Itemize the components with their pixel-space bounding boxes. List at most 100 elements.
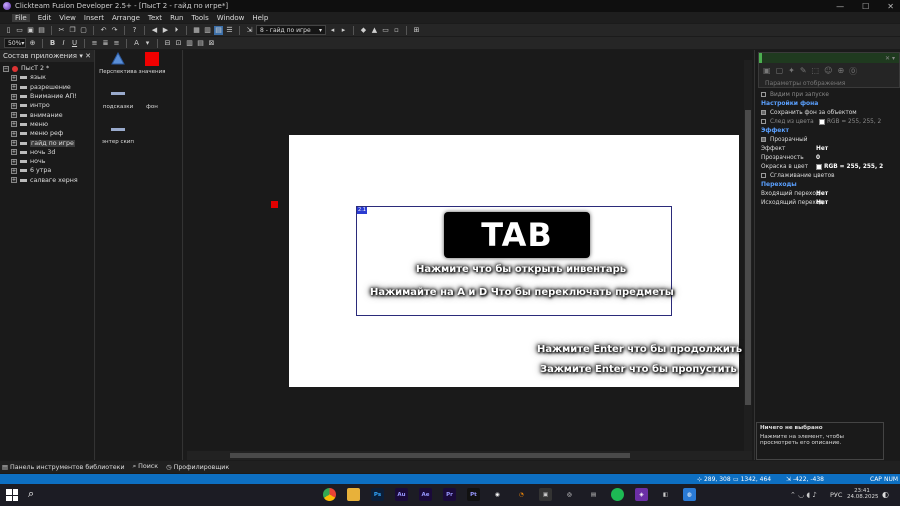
back-icon[interactable]: ◀ [150, 26, 159, 35]
menu-arrange[interactable]: Arrange [112, 14, 140, 22]
underline-icon[interactable]: U [70, 39, 79, 48]
maximize-button[interactable]: ☐ [862, 2, 869, 11]
opacity-row[interactable]: Прозрачность 0 [755, 153, 900, 162]
tree-frame-item[interactable]: + ночь 3d [11, 148, 94, 157]
menu-window[interactable]: Window [217, 14, 245, 22]
help-icon[interactable]: ? [130, 26, 139, 35]
event-list-icon[interactable]: ☰ [225, 26, 234, 35]
italic-icon[interactable]: I [59, 39, 68, 48]
property-tab-icons[interactable]: ▣ ▢ ✦ ✎ ⬚ ☺ ⊕ ⓪ [759, 63, 899, 80]
settings-icon[interactable]: ▣ [763, 66, 771, 77]
tree-frame-item[interactable]: + меню [11, 120, 94, 129]
tab-search[interactable]: ⌕ Поиск [133, 463, 158, 471]
switch-hint-text[interactable]: Нажимайте на A и D Что бы переключать пр… [370, 287, 674, 298]
transition-out-row[interactable]: Исходящий переход Нет [755, 198, 900, 207]
values-icon[interactable]: ☺ [824, 66, 832, 77]
expand-icon[interactable]: + [11, 167, 17, 174]
steam-icon[interactable]: ◎ [563, 488, 576, 501]
transition-in-row[interactable]: Входящий переход Нет [755, 189, 900, 198]
menu-text[interactable]: Text [148, 14, 162, 22]
obs-icon[interactable]: ◉ [491, 488, 504, 501]
tree-frame-item[interactable]: + меню реф [11, 129, 94, 138]
tint-row[interactable]: Окраска в цвет RGB = 255, 255, 2 [755, 162, 900, 171]
inventory-hint-text[interactable]: Нажмите что бы открыть инвентарь [416, 264, 626, 275]
open-icon[interactable]: ▭ [15, 26, 24, 35]
about-icon[interactable]: ⓪ [849, 66, 857, 77]
skip-hint-text[interactable]: Зажмите Enter что бы пропустить [540, 364, 737, 375]
continue-hint-text[interactable]: Нажмите Enter что бы продолжить [537, 344, 742, 355]
collapse-icon[interactable]: − [3, 65, 9, 72]
shape-icon[interactable]: ◆ [359, 26, 368, 35]
category-transitions[interactable]: Переходы [755, 180, 900, 189]
notification-icon[interactable]: ◐ [882, 490, 889, 499]
expand-icon[interactable]: + [11, 158, 17, 165]
premiere-icon[interactable]: Pr [443, 488, 456, 501]
chrome-icon[interactable] [323, 488, 336, 501]
fusion-icon[interactable]: ◈ [635, 488, 648, 501]
expand-icon[interactable]: + [11, 140, 17, 147]
expand-icon[interactable]: + [11, 149, 17, 156]
tree-root[interactable]: − ПысТ 2 * [3, 64, 94, 73]
counter-object[interactable] [271, 201, 278, 208]
size-icon[interactable]: ✦ [788, 66, 795, 77]
redo-icon[interactable]: ↷ [110, 26, 119, 35]
events-icon[interactable]: ⊕ [837, 66, 844, 77]
rect-icon[interactable]: ▭ [381, 26, 390, 35]
menu-file[interactable]: File [12, 13, 30, 22]
expand-icon[interactable]: + [11, 121, 17, 128]
save-icon[interactable]: ▣ [26, 26, 35, 35]
align-left-icon[interactable]: ≡ [90, 39, 99, 48]
object-enter-skip[interactable]: энтер скип [98, 124, 138, 145]
tab-key-image[interactable]: TAB [444, 212, 590, 258]
event-editor-icon[interactable]: ▤ [214, 25, 223, 35]
tree-frame-item[interactable]: + Внимание АП! [11, 92, 94, 101]
expand-icon[interactable]: + [11, 112, 17, 119]
expand-icon[interactable]: + [11, 74, 17, 81]
snap-icon[interactable]: ⊞ [412, 26, 421, 35]
tab-profiler[interactable]: ◷ Профилировщик [166, 464, 229, 471]
menu-tools[interactable]: Tools [192, 14, 209, 22]
bold-icon[interactable]: B [48, 39, 57, 48]
tree-frame-item[interactable]: +6 утра [11, 166, 94, 175]
chevron-down-icon[interactable]: ▾ [143, 39, 152, 48]
visible-at-start-row[interactable]: Видим при запуске [755, 90, 900, 99]
paste-icon[interactable]: ▢ [79, 26, 88, 35]
tree-frame-item[interactable]: + внимание [11, 110, 94, 119]
tree-frame-item[interactable]: + ночь [11, 157, 94, 166]
tool-icon[interactable]: ◧ [659, 488, 672, 501]
font-color-icon[interactable]: A [132, 39, 141, 48]
expand-icon[interactable]: + [11, 177, 17, 184]
windows-start-icon[interactable] [6, 489, 18, 501]
terminal-icon[interactable]: ▣ [539, 488, 552, 501]
folder-icon[interactable] [347, 488, 360, 501]
tray-icons[interactable]: ⌃ ◡ ◖ ♪ [790, 491, 817, 499]
checkbox[interactable] [761, 119, 766, 124]
tree-frame-item[interactable]: + салвагe херня [11, 176, 94, 185]
expand-icon[interactable]: + [11, 102, 17, 109]
tab-library-toolbar[interactable]: ▤ Панель инструментов библиотеки [2, 464, 125, 471]
checkbox[interactable] [761, 137, 766, 142]
new-icon[interactable]: ▯ [4, 26, 13, 35]
layer-icon[interactable]: ▥ [185, 39, 194, 48]
save-all-icon[interactable]: ▤ [37, 26, 46, 35]
trail-color-row[interactable]: След из цвета RGB = 255, 255, 2 [755, 117, 900, 126]
align-center-icon[interactable]: ≣ [101, 39, 110, 48]
menu-insert[interactable]: Insert [84, 14, 104, 22]
object-background[interactable]: фон [132, 88, 172, 110]
cut-icon[interactable]: ✂ [57, 26, 66, 35]
search-icon[interactable]: ⌕ [28, 487, 34, 501]
zoom-select[interactable]: 50% ▾ [4, 38, 26, 48]
order-icon[interactable]: ▤ [196, 39, 205, 48]
zoom-icon[interactable]: ⊕ [28, 39, 37, 48]
movement-icon[interactable]: ⬚ [812, 66, 820, 77]
after-effects-icon[interactable]: Au [395, 488, 408, 501]
language-indicator[interactable]: РУС [830, 491, 842, 499]
object-counter[interactable]: значения [132, 52, 172, 75]
frame-nav-icon[interactable]: ⇲ [245, 26, 254, 35]
expand-icon[interactable]: + [11, 93, 17, 100]
checkbox[interactable] [761, 173, 766, 178]
color-swatch[interactable] [819, 118, 825, 125]
vertical-scroll-thumb[interactable] [745, 110, 751, 405]
transparent-row[interactable]: Прозрачный [755, 135, 900, 144]
storyboard-icon[interactable]: ▦ [192, 26, 201, 35]
